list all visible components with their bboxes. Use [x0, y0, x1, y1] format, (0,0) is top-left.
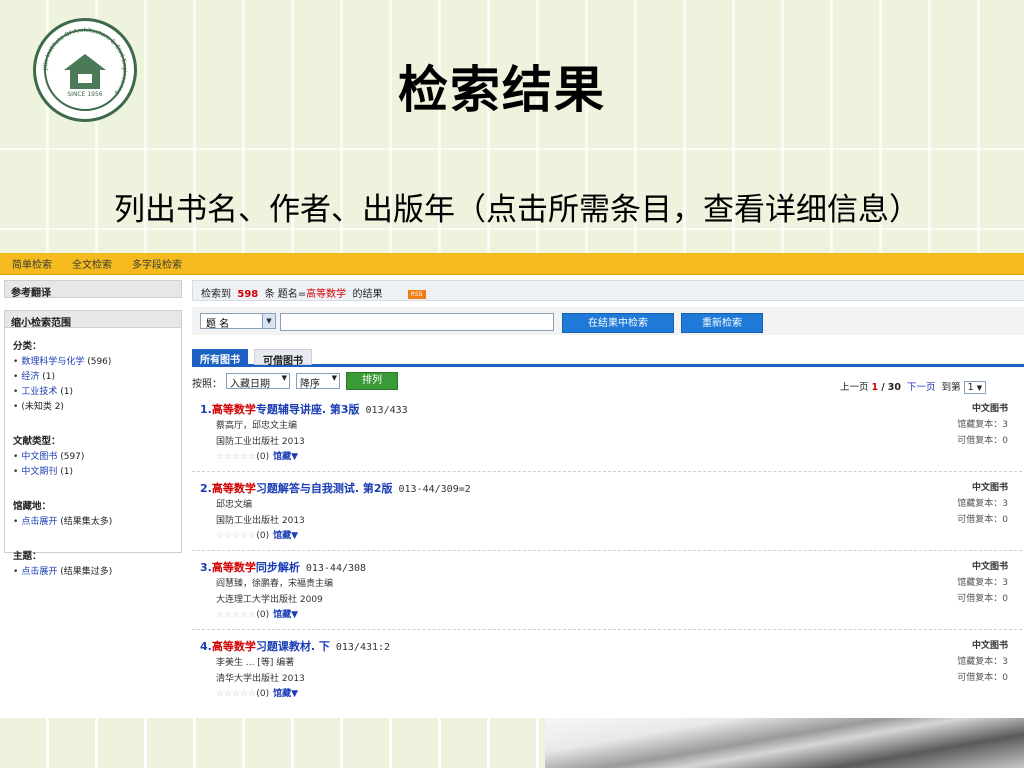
facet-link[interactable]: 中文图书 [21, 452, 57, 462]
facet-item: • 中文图书 (597) [13, 452, 85, 462]
facet-link[interactable]: 数理科学与化学 [21, 357, 84, 367]
rating-stars: ☆☆☆☆☆(0) 馆藏▼ [216, 531, 299, 541]
tab-multifield-search[interactable]: 多字段检索 [132, 256, 182, 271]
book-tabs: 所有图书 可借图书 [192, 349, 1024, 367]
top-tab-bar: 简单检索 全文检索 多字段检索 [0, 253, 1024, 275]
facet-link[interactable]: 中文期刊 [21, 467, 57, 477]
sort-row: 按照： 入藏日期 ▼ 降序 ▼ 排列 上一页 1 / 30 下一页 到第 1 ▼ [192, 371, 1024, 394]
record-author: 蔡高厅，邱忠文主编 [216, 421, 298, 431]
sidebar: 参考翻译 缩小检索范围 分类： • 数理科学与化学 (596) • 经济 (1) •… [4, 280, 182, 577]
facet-item: • (未知类 2) [13, 402, 64, 412]
result-record[interactable]: 4.高等数学习题课教材. 下 013/431:2 李美生 ... [等] 编著 清… [192, 630, 1024, 709]
next-page[interactable]: 下一页 [907, 382, 936, 393]
facet-group-title: 分类： [13, 341, 42, 352]
holdings-toggle[interactable]: 馆藏▼ [273, 452, 298, 462]
query-term: 高等数学 [306, 289, 347, 300]
record-publisher: 清华大学出版社 2013 [216, 674, 305, 684]
school-logo: Jilin Institute Of Architecture & Civil … [33, 18, 137, 122]
facet-link[interactable]: 工业技术 [21, 387, 57, 397]
chevron-down-icon: ▼ [281, 374, 287, 382]
opac-screenshot: 简单检索 全文检索 多字段检索 参考翻译 缩小检索范围 分类： • 数理科学与化学… [0, 253, 1024, 718]
record-title[interactable]: 1.高等数学专题辅导讲座. 第3版 013/433 [200, 401, 408, 417]
slide-subtitle: 列出书名、作者、出版年（点击所需条目，查看详细信息） [114, 192, 920, 228]
rating-stars: ☆☆☆☆☆(0) 馆藏▼ [216, 689, 299, 699]
record-copies: 馆藏复本：3 [957, 578, 1008, 588]
search-input[interactable] [280, 313, 554, 331]
facet-item: • 数理科学与化学 (596) [13, 357, 112, 367]
result-count: 598 [237, 289, 259, 300]
results-main: 检索到 598 条 题名=高等数学 的结果 RSS 题 名 ▼ 在结果中检索 重… [192, 280, 1024, 709]
rating-stars: ☆☆☆☆☆(0) 馆藏▼ [216, 610, 299, 620]
record-available: 可借复本：0 [957, 515, 1008, 525]
facet-expand-link[interactable]: 点击展开 [21, 517, 57, 527]
tab-all-books[interactable]: 所有图书 [192, 349, 248, 366]
tab-fulltext-search[interactable]: 全文检索 [72, 256, 112, 271]
record-type: 中文图书 [971, 404, 1008, 414]
facet-link[interactable]: 经济 [21, 372, 39, 382]
holdings-toggle[interactable]: 馆藏▼ [273, 531, 298, 541]
rating-stars: ☆☆☆☆☆(0) 馆藏▼ [216, 452, 299, 462]
slide-title: 检索结果 [398, 60, 606, 119]
facet-group-title: 主题： [13, 551, 42, 562]
record-title[interactable]: 2.高等数学习题解答与自我测试. 第2版 013-44/309=2 [200, 480, 471, 496]
record-type: 中文图书 [971, 562, 1008, 572]
record-available: 可借复本：0 [957, 673, 1008, 683]
record-author: 阎慧臻，徐鹏春，宋福贵主编 [216, 579, 334, 589]
search-within-button[interactable]: 在结果中检索 [562, 313, 674, 333]
field-select[interactable]: 题 名 ▼ [200, 313, 276, 330]
facet-box: 分类： • 数理科学与化学 (596) • 经济 (1) • 工业技术 (1) • (未… [4, 328, 182, 577]
holdings-toggle[interactable]: 馆藏▼ [273, 610, 298, 620]
result-record[interactable]: 1.高等数学专题辅导讲座. 第3版 013/433 蔡高厅，邱忠文主编 国防工业出… [192, 393, 1024, 472]
tab-available-books[interactable]: 可借图书 [254, 349, 312, 367]
facet-item: • 经济 (1) [13, 372, 55, 382]
chevron-down-icon: ▼ [976, 384, 983, 392]
record-type: 中文图书 [971, 483, 1008, 493]
record-available: 可借复本：0 [957, 594, 1008, 604]
sort-order-select[interactable]: 降序 ▼ [296, 373, 340, 390]
sort-button[interactable]: 排列 [346, 372, 398, 390]
holdings-toggle[interactable]: 馆藏▼ [273, 689, 298, 699]
bottom-decoration [0, 718, 1024, 768]
record-publisher: 大连理工大学出版社 2009 [216, 595, 323, 605]
record-type: 中文图书 [971, 641, 1008, 651]
narrow-scope-header: 缩小检索范围 [4, 310, 182, 329]
record-copies: 馆藏复本：3 [957, 420, 1008, 430]
new-search-button[interactable]: 重新检索 [681, 313, 763, 333]
sort-by-select[interactable]: 入藏日期 ▼ [226, 373, 290, 390]
result-record[interactable]: 3.高等数学同步解析 013-44/308 阎慧臻，徐鹏春，宋福贵主编 大连理工大… [192, 551, 1024, 630]
facet-item: • 点击展开 (结果集过多) [13, 567, 113, 577]
landscape-photo [545, 718, 1024, 768]
record-copies: 馆藏复本：3 [957, 499, 1008, 509]
record-title[interactable]: 3.高等数学同步解析 013-44/308 [200, 559, 366, 575]
chevron-down-icon: ▼ [331, 374, 337, 382]
facet-item: • 中文期刊 (1) [13, 467, 73, 477]
facet-group-title: 文献类型： [13, 436, 61, 447]
result-summary: 检索到 598 条 题名=高等数学 的结果 RSS [192, 280, 1024, 301]
record-publisher: 国防工业出版社 2013 [216, 516, 305, 526]
facet-item: • 工业技术 (1) [13, 387, 73, 397]
facet-expand-link[interactable]: 点击展开 [21, 567, 57, 577]
record-title[interactable]: 4.高等数学习题课教材. 下 013/431:2 [200, 638, 390, 654]
rss-icon[interactable]: RSS [407, 289, 426, 299]
tab-simple-search[interactable]: 简单检索 [12, 256, 52, 271]
record-publisher: 国防工业出版社 2013 [216, 437, 305, 447]
result-record[interactable]: 2.高等数学习题解答与自我测试. 第2版 013-44/309=2 邱忠文编 国防… [192, 472, 1024, 551]
facet-item: • 点击展开 (结果集太多) [13, 517, 113, 527]
pager: 上一页 1 / 30 下一页 到第 1 ▼ [840, 379, 987, 394]
record-available: 可借复本：0 [957, 436, 1008, 446]
facet-group-title: 馆藏地： [13, 501, 52, 512]
chevron-down-icon: ▼ [262, 314, 275, 328]
prev-page[interactable]: 上一页 [840, 382, 869, 393]
ref-translate-header[interactable]: 参考翻译 [4, 280, 182, 299]
record-copies: 馆藏复本：3 [957, 657, 1008, 667]
logo-since: SINCE 1956 [67, 91, 103, 98]
record-author: 李美生 ... [等] 编著 [216, 658, 295, 668]
search-row: 题 名 ▼ 在结果中检索 重新检索 [192, 307, 1024, 335]
record-author: 邱忠文编 [216, 500, 253, 510]
